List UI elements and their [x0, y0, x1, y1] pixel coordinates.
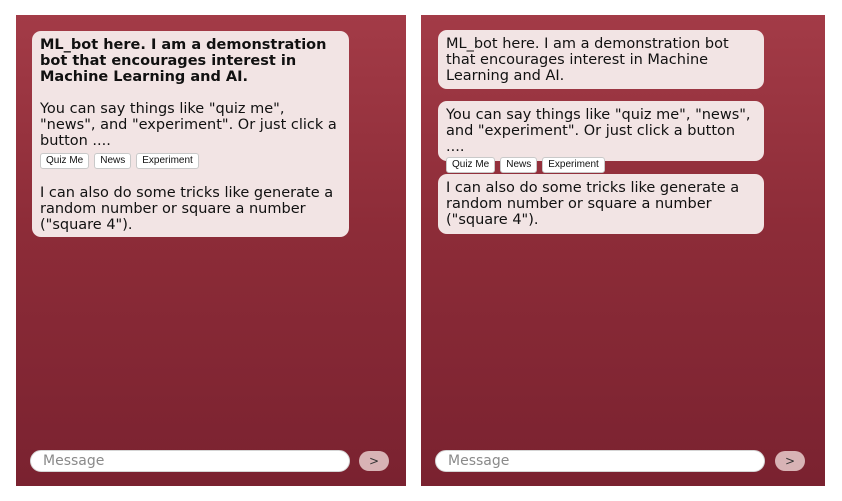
- bot-message-bubble-hint: You can say things like "quiz me", "news…: [438, 101, 764, 173]
- quiz-me-button[interactable]: Quiz Me: [446, 157, 496, 173]
- bot-message-bubble-tricks: I can also do some tricks like generate …: [438, 174, 764, 234]
- bot-message-bubble-intro: ML_bot here. I am a demonstration bot th…: [438, 30, 764, 89]
- chat-panel-left: ML_bot here. I am a demonstration bot th…: [16, 15, 406, 486]
- tricks-text: I can also do some tricks like generate …: [40, 185, 334, 233]
- send-button[interactable]: >: [775, 451, 805, 471]
- message-input[interactable]: [30, 450, 350, 472]
- tricks-text: I can also do some tricks like generate …: [446, 180, 740, 228]
- intro-text: ML_bot here. I am a demonstration bot th…: [40, 37, 327, 85]
- send-button[interactable]: >: [359, 451, 389, 471]
- message-composer: >: [435, 450, 811, 474]
- experiment-button[interactable]: Experiment: [136, 153, 199, 169]
- intro-text: ML_bot here. I am a demonstration bot th…: [446, 36, 729, 84]
- message-input[interactable]: [435, 450, 765, 472]
- quick-reply-buttons: Quiz Me News Experiment: [40, 153, 341, 169]
- hint-text: You can say things like "quiz me", "news…: [446, 107, 751, 155]
- hint-text: You can say things like "quiz me", "news…: [40, 101, 337, 149]
- quiz-me-button[interactable]: Quiz Me: [40, 153, 90, 169]
- news-button[interactable]: News: [94, 153, 132, 169]
- chat-panel-right: ML_bot here. I am a demonstration bot th…: [421, 15, 825, 486]
- news-button[interactable]: News: [500, 157, 538, 173]
- message-composer: >: [30, 450, 392, 474]
- bot-message-bubble: ML_bot here. I am a demonstration bot th…: [32, 31, 349, 237]
- quick-reply-buttons: Quiz Me News Experiment: [446, 157, 756, 173]
- experiment-button[interactable]: Experiment: [542, 157, 605, 173]
